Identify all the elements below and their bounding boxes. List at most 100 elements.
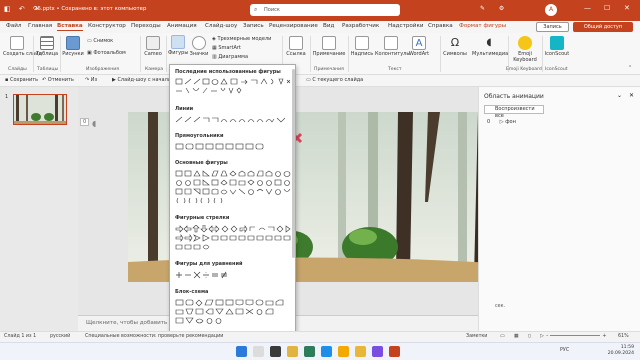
- shapes-button[interactable]: Фигуры: [168, 35, 188, 56]
- textbox-button[interactable]: Надпись: [350, 36, 374, 57]
- close-icon[interactable]: ✕: [629, 92, 634, 99]
- screenshot-button[interactable]: ▭ Снимок: [87, 38, 113, 44]
- tab-home[interactable]: Главная: [28, 23, 52, 29]
- flowchart-row[interactable]: [175, 299, 291, 307]
- basic-shapes-row[interactable]: [175, 197, 291, 205]
- basic-shapes-row[interactable]: [175, 179, 291, 187]
- table-button[interactable]: Таблица: [36, 36, 58, 57]
- file-explorer-icon[interactable]: [287, 346, 298, 357]
- ribbon: Создать слайд Слайды Таблица Таблицы Рис…: [0, 33, 640, 75]
- chevron-down-icon[interactable]: ⌄: [617, 92, 622, 99]
- textbox-icon: [355, 36, 369, 50]
- block-arrows-row[interactable]: [175, 243, 291, 251]
- smartart-button[interactable]: ▦ SmartArt: [212, 45, 241, 51]
- view-buttons[interactable]: ▭ ▦ ▯ ▷: [500, 334, 548, 339]
- flowchart-row[interactable]: [175, 308, 291, 316]
- tab-shape-format[interactable]: Формат фигуры: [459, 23, 506, 29]
- animation-list-item[interactable]: 0 ▷ фон: [487, 119, 516, 125]
- app-icon[interactable]: [338, 346, 349, 357]
- recent-shapes-row[interactable]: [175, 78, 291, 86]
- clock-date: 20.09.2024: [607, 351, 634, 356]
- recent-shapes-row[interactable]: [175, 87, 291, 95]
- header-footer-label: Колонтитулы: [375, 51, 411, 57]
- edge-icon[interactable]: [321, 346, 332, 357]
- basic-shapes-row[interactable]: [175, 170, 291, 178]
- comment-label: Примечание: [312, 51, 346, 57]
- new-slide-button[interactable]: Создать слайд: [3, 36, 42, 57]
- notes-toggle[interactable]: Заметки: [466, 334, 487, 339]
- header-footer-button[interactable]: Колонтитулы: [375, 36, 411, 57]
- keyboard-language[interactable]: РУС: [560, 348, 569, 353]
- flowchart-row[interactable]: [175, 317, 291, 325]
- zoom-level[interactable]: 61%: [618, 334, 629, 339]
- redo-button[interactable]: ↷ Из: [85, 77, 97, 83]
- app-icon[interactable]: [372, 346, 383, 357]
- tab-developer[interactable]: Разработчик: [342, 23, 379, 29]
- save-button[interactable]: ▪ Сохранить: [5, 77, 38, 83]
- collapse-ribbon-icon[interactable]: ⌃: [628, 65, 632, 71]
- maximize-icon[interactable]: ☐: [604, 4, 610, 12]
- block-arrows-row[interactable]: [175, 234, 291, 242]
- record-button[interactable]: Запись: [536, 22, 569, 32]
- app-icon[interactable]: [304, 346, 315, 357]
- icons-button[interactable]: Значки: [189, 36, 209, 57]
- textbox-label: Надпись: [350, 51, 374, 57]
- symbols-button[interactable]: Ω Символы: [442, 36, 468, 57]
- screenshot-label: Снимок: [93, 38, 114, 44]
- search-icon[interactable]: [253, 346, 264, 357]
- comment-button[interactable]: Примечание: [312, 36, 346, 57]
- photo-album-button[interactable]: ▣ Фотоальбом: [87, 50, 126, 56]
- minimize-icon[interactable]: —: [584, 4, 591, 12]
- tab-addins[interactable]: Надстройки: [388, 23, 423, 29]
- slide-thumbnail[interactable]: [13, 94, 67, 125]
- recent-shapes-heading: Последние использованные фигуры: [175, 69, 281, 75]
- comment-icon: [322, 36, 336, 50]
- wordart-button[interactable]: A WordArt: [408, 36, 430, 57]
- tab-animations[interactable]: Анимация: [167, 23, 197, 29]
- search-box[interactable]: ⌕ Поиск: [250, 4, 400, 16]
- iconscout-button[interactable]: IconScout: [544, 36, 570, 57]
- task-view-icon[interactable]: [270, 346, 281, 357]
- equation-shapes-row[interactable]: [175, 271, 291, 279]
- chart-button[interactable]: ▥ Диаграмма: [212, 54, 248, 60]
- animation-tag[interactable]: 0: [80, 118, 90, 126]
- undo-button[interactable]: ↶ Отменить: [42, 77, 74, 83]
- tab-transitions[interactable]: Переходы: [131, 23, 161, 29]
- block-arrows-row[interactable]: [175, 224, 291, 233]
- app-icon[interactable]: [355, 346, 366, 357]
- close-icon[interactable]: ✕: [624, 4, 630, 12]
- shapes-icon: [171, 35, 185, 49]
- accessibility-status[interactable]: Специальные возможности: проверьте реком…: [85, 334, 223, 339]
- tab-slideshow[interactable]: Слайд-шоу: [205, 23, 237, 29]
- tab-insert[interactable]: Вставка: [57, 23, 83, 31]
- 3d-models-button[interactable]: ◈ Трехмерные модели: [212, 36, 271, 42]
- language-indicator[interactable]: русский: [50, 334, 70, 339]
- cameo-button[interactable]: Cameo: [142, 36, 164, 57]
- tab-record[interactable]: Запись: [243, 23, 264, 29]
- title-tools[interactable]: ✎ ⚙: [480, 5, 510, 12]
- from-current-button[interactable]: ▭ С текущего слайда: [306, 77, 363, 83]
- powerpoint-icon[interactable]: [389, 346, 400, 357]
- gallery-scrollbar[interactable]: [292, 69, 295, 258]
- clock[interactable]: 11:59 20.09.2024: [608, 345, 634, 357]
- avatar[interactable]: A: [545, 4, 557, 16]
- media-button[interactable]: ◖ Мультимедиа: [472, 36, 508, 57]
- basic-shapes-row[interactable]: [175, 188, 291, 196]
- link-button[interactable]: Ссылка: [284, 36, 308, 57]
- play-all-button[interactable]: Воспроизвести все: [484, 105, 544, 119]
- icons-icon: [192, 36, 206, 50]
- icons-label: Значки: [189, 51, 209, 57]
- tab-help[interactable]: Справка: [428, 23, 453, 29]
- share-button[interactable]: Общий доступ: [573, 22, 633, 32]
- slideshow-start-button[interactable]: ▶ Слайд-шоу с начала: [112, 77, 171, 83]
- emoji-keyboard-button[interactable]: Emoji Keyboard: [510, 36, 540, 63]
- tab-file[interactable]: Файл: [6, 23, 21, 29]
- tab-review[interactable]: Рецензирование: [269, 23, 318, 29]
- start-icon[interactable]: [236, 346, 247, 357]
- rectangles-row[interactable]: [175, 143, 291, 151]
- tab-design[interactable]: Конструктор: [88, 23, 126, 29]
- tab-view[interactable]: Вид: [323, 23, 334, 29]
- zoom-slider[interactable]: – +: [546, 334, 606, 339]
- images-button[interactable]: Рисунки: [62, 36, 84, 57]
- lines-row[interactable]: [175, 116, 291, 124]
